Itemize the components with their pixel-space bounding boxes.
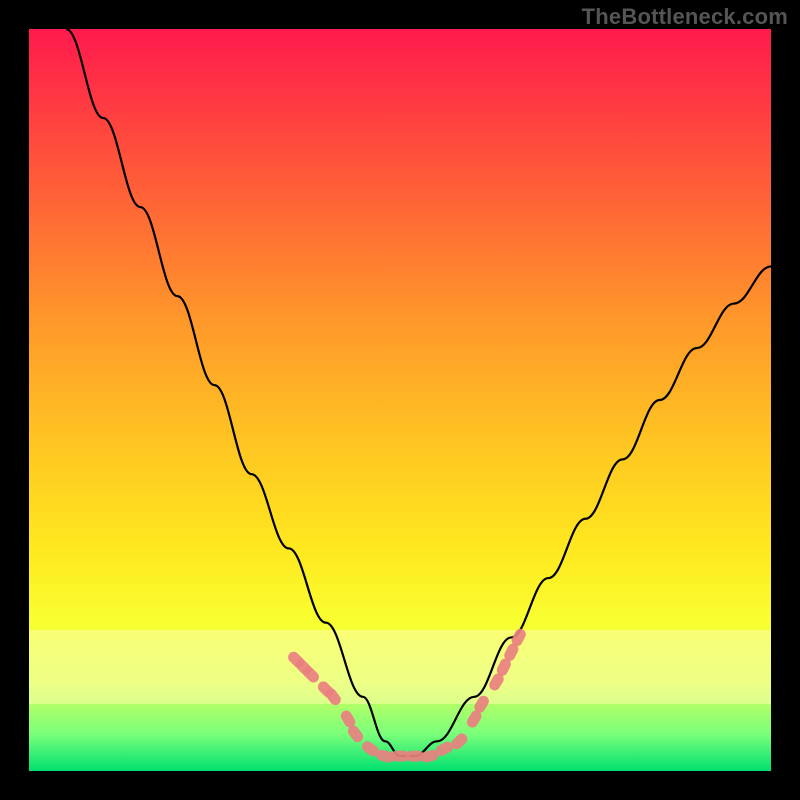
dot-cluster xyxy=(286,627,528,764)
bottleneck-curve xyxy=(66,29,771,756)
chart-frame xyxy=(29,29,771,771)
watermark-text: TheBottleneck.com xyxy=(582,4,788,30)
chart-svg xyxy=(29,29,771,771)
